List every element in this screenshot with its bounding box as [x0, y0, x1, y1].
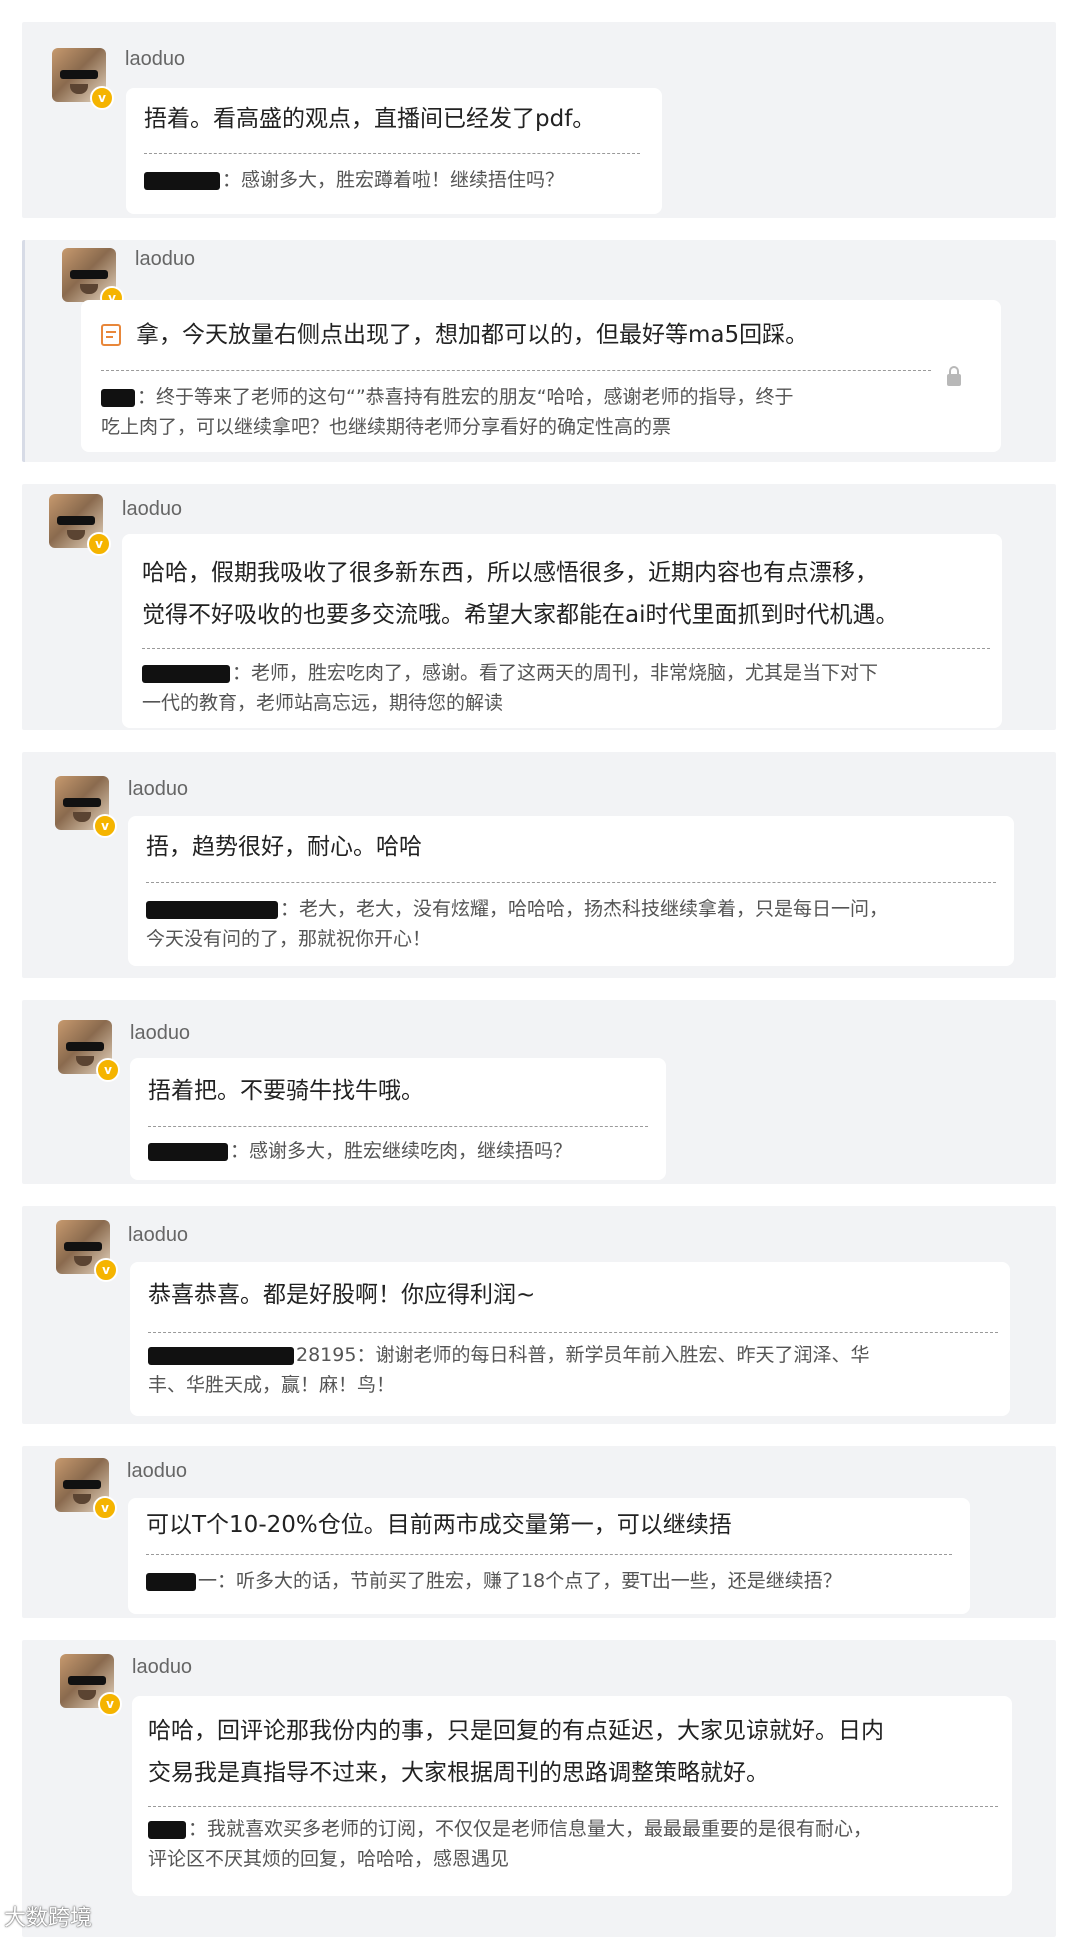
comment-card: v laoduo 捂，趋势很好，耐心。哈哈 ：老大，老大，没有炫耀，哈哈哈，扬杰… — [22, 752, 1056, 978]
original-comment: 一：听多大的话，节前买了胜宏，赚了18个点了，要T出一些，还是继续捂？ — [146, 1566, 842, 1596]
username[interactable]: laoduo — [132, 1656, 192, 1679]
vip-badge-icon: v — [87, 532, 111, 556]
original-comment-continued: 丰、华胜天成，赢！麻！鸟！ — [148, 1374, 396, 1396]
avatar[interactable]: v — [58, 1020, 120, 1082]
comment-card: v laoduo 捂着把。不要骑牛找牛哦。 ：感谢多大，胜宏继续吃肉，继续捂吗？ — [22, 1000, 1056, 1184]
original-comment: ：感谢多大，胜宏蹲着啦！继续捂住吗？ — [144, 165, 564, 195]
divider — [101, 370, 931, 371]
username[interactable]: laoduo — [135, 248, 195, 271]
avatar[interactable]: v — [55, 776, 117, 838]
original-comment: ：老大，老大，没有炫耀，哈哈哈，扬杰科技继续拿着，只是每日一问， — [146, 894, 888, 924]
reply-message: 可以T个10-20%仓位。目前两市成交量第一，可以继续捂 — [146, 1512, 732, 1538]
redacted-username — [146, 1572, 196, 1591]
redacted-username — [148, 1142, 228, 1161]
avatar[interactable]: v — [62, 248, 124, 310]
divider — [148, 1806, 998, 1807]
reply-message-continued: 交易我是真指导不过来，大家根据周刊的思路调整策略就好。 — [148, 1760, 769, 1786]
reply-message: 捂着把。不要骑牛找牛哦。 — [148, 1078, 424, 1104]
reply-bubble: 拿，今天放量右侧点出现了，想加都可以的，但最好等ma5回踩。 ：终于等来了老师的… — [81, 300, 1001, 452]
original-comment-continued: 评论区不厌其烦的回复，哈哈哈，感恩遇见 — [148, 1848, 510, 1870]
divider — [148, 1126, 648, 1127]
vip-badge-icon: v — [93, 1496, 117, 1520]
username[interactable]: laoduo — [122, 498, 182, 521]
redacted-username — [101, 388, 135, 407]
vip-badge-icon: v — [98, 1692, 122, 1716]
original-comment: ：终于等来了老师的这句“”恭喜持有胜宏的朋友“哈哈，感谢老师的指导，终于 — [101, 382, 794, 412]
avatar[interactable]: v — [56, 1220, 118, 1282]
divider — [146, 1554, 952, 1555]
reply-message-continued: 觉得不好吸收的也要多交流哦。希望大家都能在ai时代里面抓到时代机遇。 — [142, 602, 899, 628]
reply-message: 哈哈，回评论那我份内的事，只是回复的有点延迟，大家见谅就好。日内 — [148, 1718, 884, 1744]
username[interactable]: laoduo — [128, 778, 188, 801]
reply-bubble: 捂着。看高盛的观点，直播间已经发了pdf。 ：感谢多大，胜宏蹲着啦！继续捂住吗？ — [126, 88, 662, 214]
avatar[interactable]: v — [60, 1654, 122, 1716]
reply-message: 拿，今天放量右侧点出现了，想加都可以的，但最好等ma5回踩。 — [136, 322, 809, 348]
comment-card: v laoduo 哈哈，假期我吸收了很多新东西，所以感悟很多，近期内容也有点漂移… — [22, 484, 1056, 730]
comment-card: v laoduo 哈哈，回评论那我份内的事，只是回复的有点延迟，大家见谅就好。日… — [22, 1640, 1056, 1937]
comment-card: v laoduo 可以T个10-20%仓位。目前两市成交量第一，可以继续捂 一：… — [22, 1446, 1056, 1618]
reply-bubble: 可以T个10-20%仓位。目前两市成交量第一，可以继续捂 一：听多大的话，节前买… — [128, 1498, 970, 1614]
redacted-username — [144, 171, 220, 190]
avatar[interactable]: v — [55, 1458, 117, 1520]
reply-bubble: 捂，趋势很好，耐心。哈哈 ：老大，老大，没有炫耀，哈哈哈，扬杰科技继续拿着，只是… — [128, 816, 1014, 966]
comment-card: v laoduo 拿，今天放量右侧点出现了，想加都可以的，但最好等ma5回踩。 … — [22, 240, 1056, 462]
divider — [148, 1332, 998, 1333]
original-comment-continued: 一代的教育，老师站高忘远，期待您的解读 — [142, 692, 504, 714]
divider — [144, 153, 640, 154]
original-comment-continued: 今天没有问的了，那就祝你开心！ — [146, 928, 432, 950]
vip-badge-icon: v — [96, 1058, 120, 1082]
reply-message: 哈哈，假期我吸收了很多新东西，所以感悟很多，近期内容也有点漂移， — [142, 560, 878, 586]
memo-icon — [101, 324, 121, 346]
original-comment: ：感谢多大，胜宏继续吃肉，继续捂吗？ — [148, 1136, 572, 1166]
username[interactable]: laoduo — [130, 1022, 190, 1045]
reply-message: 捂，趋势很好，耐心。哈哈 — [146, 834, 422, 860]
redacted-username — [148, 1346, 294, 1365]
comment-card: v laoduo 捂着。看高盛的观点，直播间已经发了pdf。 ：感谢多大，胜宏蹲… — [22, 22, 1056, 218]
original-comment: ：老师，胜宏吃肉了，感谢。看了这两天的周刊，非常烧脑，尤其是当下对下 — [142, 658, 878, 688]
original-comment-continued: 吃上肉了，可以继续拿吧？也继续期待老师分享看好的确定性高的票 — [101, 416, 672, 438]
vip-badge-icon: v — [94, 1258, 118, 1282]
reply-bubble: 恭喜恭喜。都是好股啊！你应得利润~ 28195：谢谢老师的每日科普，新学员年前入… — [130, 1262, 1010, 1416]
reply-bubble: 哈哈，回评论那我份内的事，只是回复的有点延迟，大家见谅就好。日内 交易我是真指导… — [132, 1696, 1012, 1896]
original-comment: 28195：谢谢老师的每日科普，新学员年前入胜宏、昨天了润泽、华 — [148, 1340, 869, 1370]
reply-bubble: 捂着把。不要骑牛找牛哦。 ：感谢多大，胜宏继续吃肉，继续捂吗？ — [130, 1058, 666, 1180]
watermark: 大数跨境 — [4, 1906, 93, 1931]
username[interactable]: laoduo — [128, 1224, 188, 1247]
reply-message: 恭喜恭喜。都是好股啊！你应得利润~ — [148, 1282, 536, 1308]
redacted-username — [146, 900, 278, 919]
comment-card: v laoduo 恭喜恭喜。都是好股啊！你应得利润~ 28195：谢谢老师的每日… — [22, 1206, 1056, 1424]
divider — [142, 648, 990, 649]
lock-icon — [947, 366, 961, 386]
avatar[interactable]: v — [49, 494, 111, 556]
vip-badge-icon: v — [93, 814, 117, 838]
original-comment: ：我就喜欢买多老师的订阅，不仅仅是老师信息量大，最最最重要的是很有耐心， — [148, 1814, 872, 1844]
username[interactable]: laoduo — [125, 48, 185, 71]
divider — [146, 882, 996, 883]
vip-badge-icon: v — [90, 86, 114, 110]
redacted-username — [142, 664, 230, 683]
avatar[interactable]: v — [52, 48, 114, 110]
reply-bubble: 哈哈，假期我吸收了很多新东西，所以感悟很多，近期内容也有点漂移， 觉得不好吸收的… — [122, 534, 1002, 728]
username[interactable]: laoduo — [127, 1460, 187, 1483]
redacted-username — [148, 1820, 186, 1839]
reply-message: 捂着。看高盛的观点，直播间已经发了pdf。 — [144, 106, 596, 132]
